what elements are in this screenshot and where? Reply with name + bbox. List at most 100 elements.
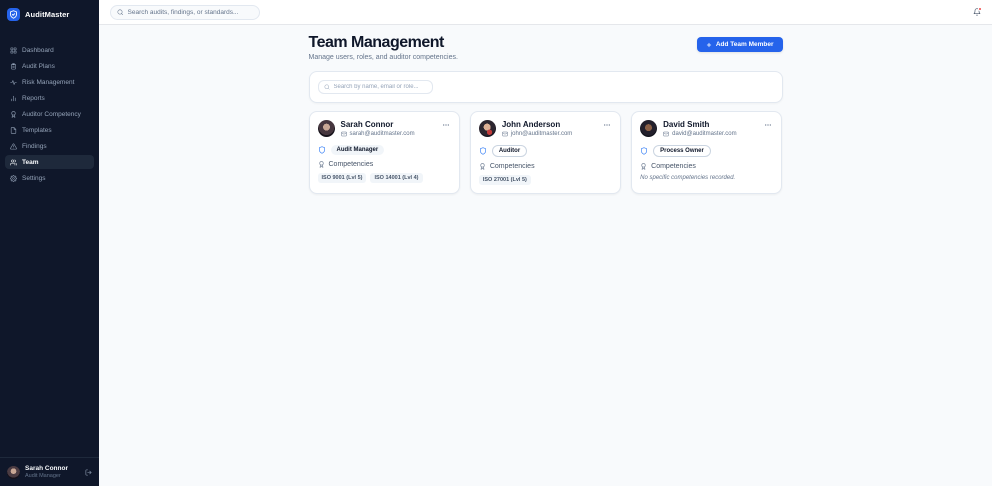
shield-icon: [318, 145, 325, 154]
member-identity: John Anderson john@auditmaster.com: [502, 120, 572, 138]
member-name: John Anderson: [501, 119, 561, 129]
card-menu-button[interactable]: [441, 120, 451, 130]
sidebar-item-dashboard[interactable]: Dashboard: [5, 43, 94, 57]
award-icon: [318, 161, 324, 168]
team-filter-input[interactable]: [333, 83, 427, 90]
competencies-label: Competencies: [489, 163, 535, 171]
main-column: Team Management Manage users, roles, and…: [99, 0, 992, 486]
risk-management-icon: [10, 79, 17, 86]
member-email-row: john@auditmaster.com: [502, 131, 572, 137]
user-avatar: [7, 465, 20, 479]
settings-icon: [10, 174, 17, 182]
member-email-row: david@auditmaster.com: [663, 131, 737, 138]
page-heading-group: Team Management Manage users, roles, and…: [309, 34, 458, 61]
sidebar-nav: Dashboard Audit Plans Risk Management Repor…: [0, 43, 99, 457]
member-role-row: Auditor: [479, 144, 612, 157]
notification-dot: [978, 7, 982, 11]
sidebar-item-label: Settings: [22, 174, 46, 182]
user-role: Audit Manager: [25, 473, 61, 479]
sidebar-item-templates[interactable]: Templates: [5, 123, 94, 137]
sidebar-item-label: Dashboard: [22, 46, 54, 54]
team-filter-panel: [308, 71, 783, 103]
team-member-card: Sarah Connor sarah@auditmaster.com Audit…: [308, 110, 460, 195]
sidebar-user-section[interactable]: Sarah Connor Audit Manager: [0, 457, 99, 486]
user-meta: Sarah Connor Audit Manager: [25, 465, 68, 479]
dashboard-icon: [10, 47, 17, 54]
app-window: AuditMaster Dashboard Audit Plans Risk Man…: [0, 0, 992, 486]
member-role-row: Process Owner: [640, 144, 773, 157]
competencies-label: Competencies: [328, 161, 374, 169]
topbar: [99, 0, 992, 25]
sidebar: AuditMaster Dashboard Audit Plans Risk Man…: [0, 0, 99, 486]
sidebar-item-label: Auditor Competency: [22, 110, 81, 118]
page-subtitle: Manage users, roles, and auditor compete…: [308, 54, 458, 62]
add-team-member-button[interactable]: Add Team Member: [696, 37, 783, 52]
member-email: david@auditmaster.com: [672, 131, 737, 138]
sidebar-item-team[interactable]: Team: [5, 155, 94, 169]
member-name: Sarah Connor: [340, 119, 394, 129]
member-email: sarah@auditmaster.com: [349, 131, 415, 138]
sidebar-item-label: Reports: [22, 94, 45, 102]
app-logo: AuditMaster: [0, 0, 99, 27]
global-search[interactable]: [110, 4, 260, 20]
member-avatar: [640, 119, 658, 137]
member-identity: David Smith david@auditmaster.com: [663, 120, 736, 138]
sidebar-item-label: Audit Plans: [22, 62, 55, 70]
member-role-badge: Auditor: [491, 144, 528, 157]
competencies-row: Competencies: [479, 163, 612, 170]
member-email-row: sarah@auditmaster.com: [340, 131, 415, 138]
award-icon: [641, 163, 646, 170]
plus-icon: [706, 42, 712, 48]
sidebar-item-label: Findings: [22, 142, 47, 150]
logout-button[interactable]: [85, 469, 92, 476]
sidebar-item-auditor-competency[interactable]: Auditor Competency: [5, 107, 94, 121]
sidebar-item-label: Risk Management: [22, 78, 75, 86]
search-icon: [117, 9, 123, 15]
auditor-competency-icon: [10, 110, 17, 118]
user-name: Sarah Connor: [25, 465, 68, 472]
app-title: AuditMaster: [25, 10, 70, 19]
shield-check-logo-icon: [7, 8, 20, 21]
competency-badge: ISO 9001 (Lvl 5): [317, 173, 367, 184]
team-member-card: David Smith david@auditmaster.com Proces…: [631, 110, 783, 195]
competency-pills: ISO 9001 (Lvl 5) ISO 14001 (Lvl 4): [317, 173, 451, 184]
notifications-button[interactable]: [973, 7, 982, 16]
sidebar-item-label: Templates: [22, 126, 52, 134]
sidebar-item-risk-management[interactable]: Risk Management: [5, 75, 94, 89]
sidebar-item-label: Team: [22, 158, 39, 166]
global-search-input[interactable]: [127, 8, 253, 16]
templates-icon: [10, 126, 17, 134]
member-avatar: [478, 119, 496, 137]
card-menu-button[interactable]: [602, 120, 612, 130]
sidebar-item-audit-plans[interactable]: Audit Plans: [5, 59, 94, 73]
team-member-card: John Anderson john@auditmaster.com Audit…: [469, 110, 622, 195]
add-team-member-label: Add Team Member: [715, 41, 774, 48]
mail-icon: [663, 131, 669, 137]
findings-icon: [10, 143, 17, 150]
team-member-cards: Sarah Connor sarah@auditmaster.com Audit…: [308, 110, 783, 195]
member-identity: Sarah Connor sarah@auditmaster.com: [341, 120, 415, 138]
competency-badge: ISO 14001 (Lvl 4): [370, 173, 423, 184]
logout-icon: [85, 469, 92, 476]
ellipsis-icon: [604, 123, 611, 126]
member-email: john@auditmaster.com: [510, 131, 573, 138]
main-content: Team Management Manage users, roles, and…: [99, 25, 992, 486]
competencies-label: Competencies: [651, 163, 696, 171]
mail-icon: [340, 131, 347, 137]
member-role-badge: Process Owner: [653, 144, 711, 157]
sidebar-item-reports[interactable]: Reports: [5, 91, 94, 105]
sidebar-item-settings[interactable]: Settings: [5, 171, 94, 185]
team-icon: [10, 159, 17, 166]
shield-icon: [641, 146, 648, 155]
page-title: Team Management: [308, 34, 445, 51]
reports-icon: [10, 95, 17, 102]
sidebar-item-findings[interactable]: Findings: [5, 139, 94, 153]
ellipsis-icon: [765, 123, 772, 126]
member-role-row: Audit Manager: [318, 144, 451, 155]
card-menu-button[interactable]: [763, 120, 773, 130]
competency-pills: ISO 27001 (Lvl 5): [478, 175, 612, 186]
team-filter-search[interactable]: [317, 80, 433, 94]
card-header: Sarah Connor sarah@auditmaster.com: [317, 119, 451, 138]
card-header: John Anderson john@auditmaster.com: [478, 119, 612, 138]
audit-plans-icon: [10, 62, 17, 70]
